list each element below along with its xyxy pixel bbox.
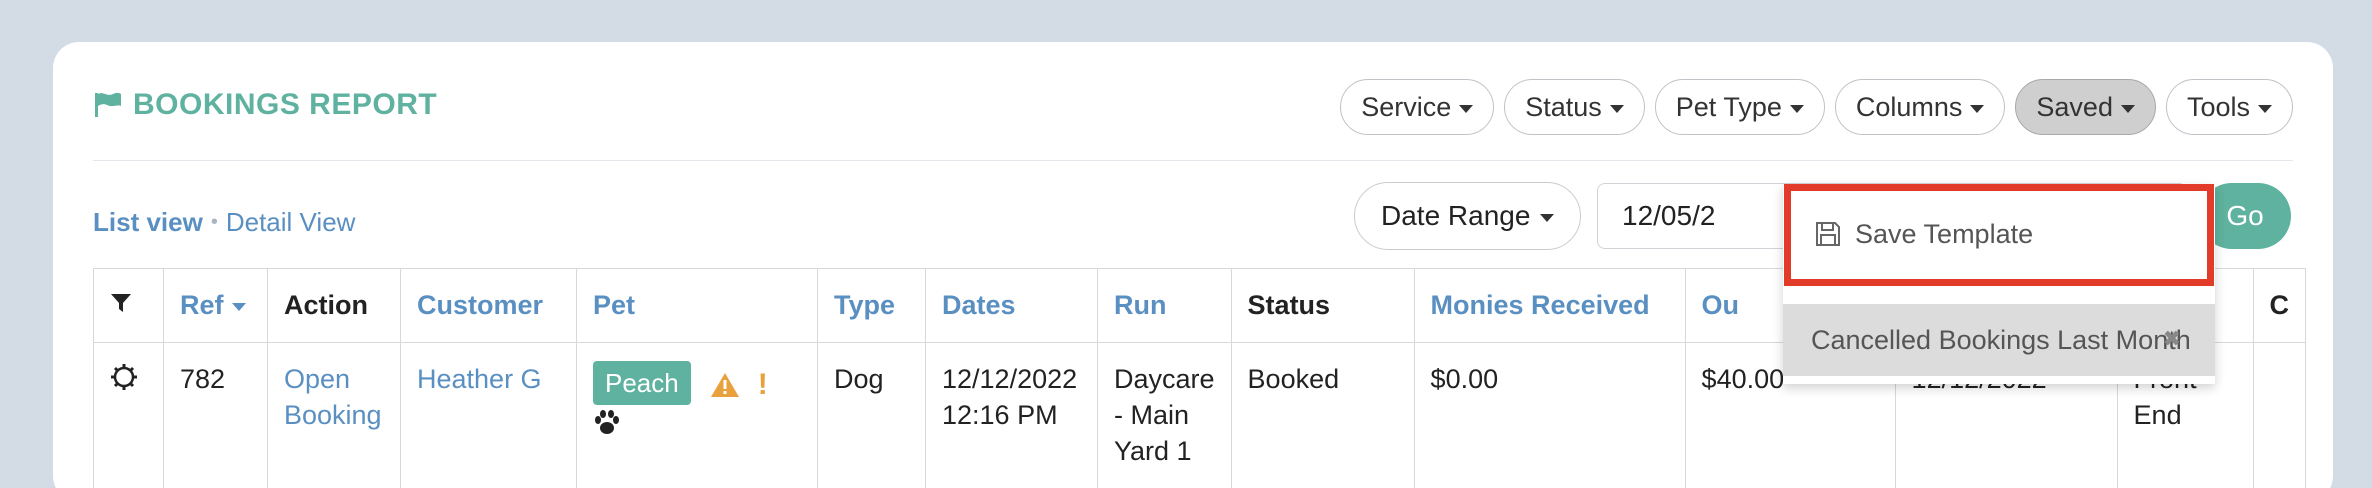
columns-button[interactable]: Columns: [1834, 79, 2006, 135]
monies-cell: $0.00: [1413, 342, 1686, 488]
paw-icon: [595, 410, 619, 434]
run-cell: Daycare - Main Yard 1: [1097, 342, 1232, 488]
filter-column-header[interactable]: [93, 268, 164, 343]
type-cell: Dog: [817, 342, 926, 488]
caret-down-icon: [1540, 213, 1555, 222]
sort-down-icon: [231, 302, 246, 311]
page-title-text: BOOKINGS REPORT: [133, 88, 438, 121]
action-column-header: Action: [267, 268, 401, 343]
customer-link[interactable]: Heather G: [400, 342, 577, 488]
header-divider: [93, 160, 2293, 161]
saved-button[interactable]: Saved: [2015, 79, 2156, 135]
caret-down-icon: [1970, 104, 1985, 113]
view-separator: •: [210, 211, 218, 233]
monies-received-column-header[interactable]: Monies Received: [1413, 268, 1686, 343]
close-icon[interactable]: ✖: [2163, 326, 2181, 352]
pet-column-header[interactable]: Pet: [576, 268, 818, 343]
detail-view-link[interactable]: Detail View: [226, 207, 356, 238]
c-column-header: C: [2252, 268, 2307, 343]
dates-cell: 12/12/2022 12:16 PM: [925, 342, 1098, 488]
tools-button[interactable]: Tools: [2165, 79, 2293, 135]
row-settings-cell[interactable]: [93, 342, 164, 488]
filter-icon: [111, 294, 131, 312]
page-title: BOOKINGS REPORT: [93, 88, 437, 122]
report-panel: BOOKINGS REPORT Service Status Pet Type …: [53, 42, 2333, 488]
type-column-header[interactable]: Type: [817, 268, 926, 343]
save-template-menu-item[interactable]: Save Template: [1783, 184, 2215, 284]
pet-cell: Peach !: [576, 342, 818, 488]
status-filter-button[interactable]: Status: [1504, 79, 1645, 135]
saved-template-menu-item[interactable]: Cancelled Bookings Last Month ✖: [1783, 304, 2215, 376]
alert-icon: !: [757, 367, 768, 401]
status-cell: Booked: [1230, 342, 1415, 488]
caret-down-icon: [2258, 104, 2272, 113]
gear-icon: [111, 364, 137, 390]
list-view-link[interactable]: List view: [93, 207, 203, 238]
caret-down-icon: [2120, 104, 2135, 113]
date-range-button[interactable]: Date Range: [1354, 182, 1582, 250]
warning-icon: [711, 372, 740, 397]
ref-cell: 782: [163, 342, 268, 488]
status-column-header: Status: [1230, 268, 1415, 343]
open-booking-link[interactable]: Open Booking: [267, 342, 401, 488]
ref-column-header[interactable]: Ref: [163, 268, 268, 343]
caret-down-icon: [1459, 104, 1474, 113]
filter-bar: Service Status Pet Type Columns Saved To…: [1340, 79, 2293, 135]
caret-down-icon: [1789, 104, 1804, 113]
view-switcher: List view • Detail View: [93, 207, 355, 238]
run-column-header[interactable]: Run: [1097, 268, 1232, 343]
customer-column-header[interactable]: Customer: [400, 268, 577, 343]
caret-down-icon: [1609, 104, 1624, 113]
pet-badge[interactable]: Peach: [593, 361, 691, 405]
service-filter-button[interactable]: Service: [1340, 79, 1495, 135]
dates-column-header[interactable]: Dates: [925, 268, 1098, 343]
pet-type-filter-button[interactable]: Pet Type: [1654, 79, 1825, 135]
saved-dropdown-menu: Save Template Cancelled Bookings Last Mo…: [1783, 184, 2215, 384]
c-cell: [2252, 342, 2307, 488]
flag-icon: [95, 92, 121, 117]
save-icon: [1816, 222, 1840, 246]
